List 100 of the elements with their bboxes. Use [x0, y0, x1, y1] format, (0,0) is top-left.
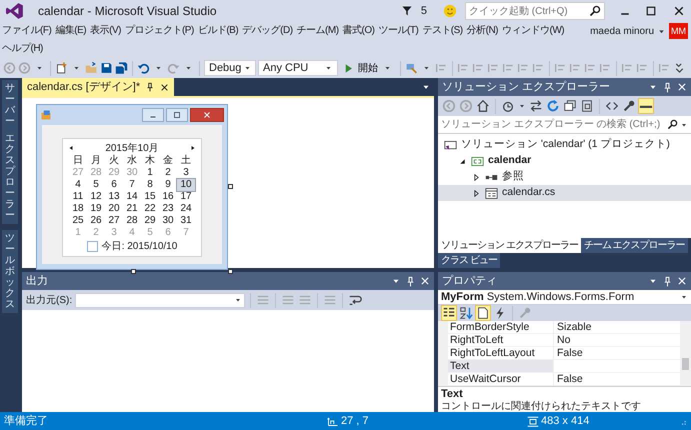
- scrollbar[interactable]: [680, 321, 691, 386]
- expanded-arrow-icon[interactable]: [458, 156, 467, 166]
- tab-label[interactable]: サーバー: [5, 83, 15, 127]
- open-folder-icon[interactable]: [85, 61, 98, 75]
- calendar-day[interactable]: 6: [105, 179, 123, 191]
- caret-icon[interactable]: [518, 102, 526, 110]
- wrench-icon[interactable]: [622, 99, 636, 113]
- calendar-day[interactable]: 14: [123, 191, 141, 203]
- pin-icon[interactable]: [405, 276, 416, 286]
- calendar-day[interactable]: 19: [87, 203, 105, 215]
- calendar-day[interactable]: 13: [105, 191, 123, 203]
- calendar-day[interactable]: 12: [87, 191, 105, 203]
- menu-item[interactable]: テスト(S): [420, 22, 465, 40]
- close-icon[interactable]: [160, 82, 170, 92]
- property-name[interactable]: FormBorderStyle: [448, 321, 554, 334]
- save-icon[interactable]: [100, 61, 113, 75]
- calendar-day[interactable]: 16: [159, 191, 177, 203]
- preview-icon[interactable]: [639, 99, 653, 113]
- clock-icon[interactable]: [501, 99, 515, 113]
- property-value[interactable]: False: [554, 373, 680, 386]
- form-window[interactable]: 2015年10月 日 月 火 水 木 金 土 27 28 29 30 1 2 3 4 5 6 7 8 9 10 11 12 13 14 15 16 17 18 19 20 21 22 23 24 25 26 27 28 29 30 31 1 2 3 4 5 6 7 今日: 2015/10/10: [36, 104, 228, 270]
- calendar-day[interactable]: 4: [69, 179, 87, 191]
- calendar-day[interactable]: 24: [177, 203, 195, 215]
- calendar-day[interactable]: 8: [141, 179, 159, 191]
- notification-count[interactable]: 5: [420, 2, 427, 20]
- home-icon[interactable]: [476, 99, 490, 113]
- user-avatar[interactable]: MM: [669, 23, 688, 39]
- resize-handle[interactable]: [228, 269, 233, 274]
- pin-icon[interactable]: [145, 82, 156, 92]
- calendar-day[interactable]: 1: [141, 167, 159, 179]
- categorized-icon[interactable]: [442, 306, 456, 320]
- calendar-day[interactable]: 5: [87, 179, 105, 191]
- tab-label[interactable]: ツールボックス: [5, 233, 15, 310]
- new-project-icon[interactable]: [55, 61, 68, 75]
- calendar-day[interactable]: 10: [177, 179, 195, 191]
- save-all-icon[interactable]: [115, 61, 128, 75]
- tree-item[interactable]: 参照: [438, 169, 691, 185]
- calendar-day[interactable]: 7: [123, 179, 141, 191]
- property-page-icon[interactable]: [476, 306, 490, 320]
- today-link[interactable]: 今日: 2015/10/10: [102, 239, 178, 254]
- property-name[interactable]: Text: [448, 360, 554, 373]
- calendar-day[interactable]: 20: [105, 203, 123, 215]
- tab-label[interactable]: エクスプローラー: [5, 133, 15, 221]
- calendar-day[interactable]: 26: [87, 215, 105, 227]
- property-value[interactable]: Sizable: [554, 321, 680, 334]
- month-calendar[interactable]: 2015年10月 日 月 火 水 木 金 土 27 28 29 30 1 2 3 4 5 6 7 8 9 10 11 12 13 14 15 16 17 18 19 20 21 22 23 24 25 26 27 28 29 30 31 1 2 3 4 5 6 7 今日: 2015/10/10: [62, 138, 202, 257]
- property-name[interactable]: UseWaitCursor: [448, 373, 554, 386]
- calendar-day[interactable]: 18: [69, 203, 87, 215]
- panel-tab[interactable]: クラス ビュー: [438, 253, 500, 268]
- sync-arrows-icon[interactable]: [529, 99, 543, 113]
- tree-item[interactable]: ソリューション 'calendar' (1 プロジェクト): [438, 137, 691, 153]
- close-button[interactable]: [190, 108, 224, 122]
- quick-launch-field[interactable]: クイック起動 (Ctrl+Q): [465, 2, 605, 20]
- maximize-button[interactable]: [166, 108, 188, 122]
- side-tab[interactable]: サーバー エクスプローラー: [2, 80, 18, 224]
- side-tab[interactable]: ツールボックス: [2, 230, 18, 313]
- panel-tab[interactable]: チーム エクスプローラー: [580, 238, 688, 253]
- pin-icon[interactable]: [662, 82, 673, 92]
- resize-handle[interactable]: [131, 269, 136, 274]
- smiley-icon[interactable]: [443, 4, 457, 18]
- calendar-day[interactable]: 25: [69, 215, 87, 227]
- next-month-icon[interactable]: [189, 144, 197, 152]
- resize-handle[interactable]: [228, 184, 233, 189]
- menu-item[interactable]: ウィンドウ(W): [500, 22, 566, 40]
- calendar-day[interactable]: 22: [141, 203, 159, 215]
- calendar-day[interactable]: 3: [177, 167, 195, 179]
- menu-item[interactable]: 編集(E): [53, 22, 88, 40]
- code-icon[interactable]: [605, 99, 619, 113]
- menu-item[interactable]: プロジェクト(P): [122, 22, 196, 40]
- previous-month-icon[interactable]: [67, 144, 75, 152]
- document-tab[interactable]: calendar.cs [デザイン]*: [22, 78, 174, 96]
- menu-item[interactable]: 書式(O): [340, 22, 376, 40]
- undo-icon[interactable]: [137, 61, 150, 75]
- overflow-icon[interactable]: [673, 61, 686, 75]
- menu-item[interactable]: 表示(V): [88, 22, 123, 40]
- property-name[interactable]: RightToLeft: [448, 334, 554, 347]
- calendar-day[interactable]: 27: [105, 215, 123, 227]
- menu-item[interactable]: ビルド(B): [196, 22, 240, 40]
- calendar-day[interactable]: 21: [123, 203, 141, 215]
- calendar-day[interactable]: 11: [69, 191, 87, 203]
- maximize-icon[interactable]: [645, 5, 657, 17]
- menu-item[interactable]: デバッグ(D): [240, 22, 295, 40]
- calendar-day[interactable]: 23: [159, 203, 177, 215]
- menu-item[interactable]: ファイル(F): [0, 22, 54, 40]
- calendar-day[interactable]: 17: [177, 191, 195, 203]
- flag-icon[interactable]: [400, 5, 413, 17]
- tree-item[interactable]: calendar.cs: [438, 185, 691, 201]
- pin-icon[interactable]: [662, 276, 673, 286]
- calendar-day[interactable]: 29: [141, 215, 159, 227]
- dropdown-field[interactable]: Any CPU: [258, 60, 338, 76]
- user-name[interactable]: maeda minoru: [590, 24, 654, 38]
- tree-item[interactable]: calendar: [438, 153, 691, 169]
- calendar-day[interactable]: 15: [141, 191, 159, 203]
- calendar-day[interactable]: 31: [177, 215, 195, 227]
- menu-item[interactable]: ツール(T): [376, 22, 420, 40]
- collapse-all-icon[interactable]: [563, 99, 577, 113]
- calendar-day[interactable]: 28: [123, 215, 141, 227]
- menu-item[interactable]: ヘルプ(H): [0, 40, 45, 58]
- calendar-day[interactable]: 2: [159, 167, 177, 179]
- sort-alphabetical-icon[interactable]: [459, 306, 473, 320]
